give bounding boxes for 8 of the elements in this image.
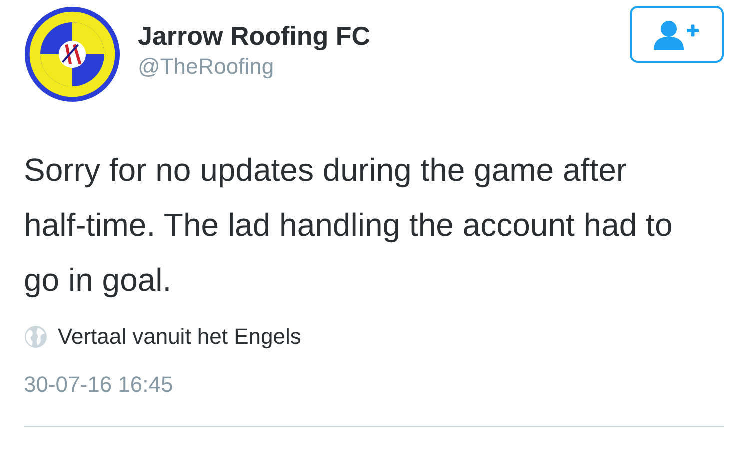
add-person-icon — [654, 20, 700, 50]
tweet-timestamp: 30-07-16 16:45 — [24, 372, 174, 398]
account-name: Jarrow Roofing FC — [138, 20, 372, 52]
globe-icon — [24, 325, 48, 349]
tweet-text: Sorry for no updates during the game after half-time. The lad handling the account had to go in goal. — [24, 151, 674, 300]
translate-link[interactable]: Vertaal vanuit het Engels — [58, 324, 302, 350]
account-handle: @TheRoofing — [138, 53, 276, 81]
follow-button[interactable] — [630, 6, 724, 63]
